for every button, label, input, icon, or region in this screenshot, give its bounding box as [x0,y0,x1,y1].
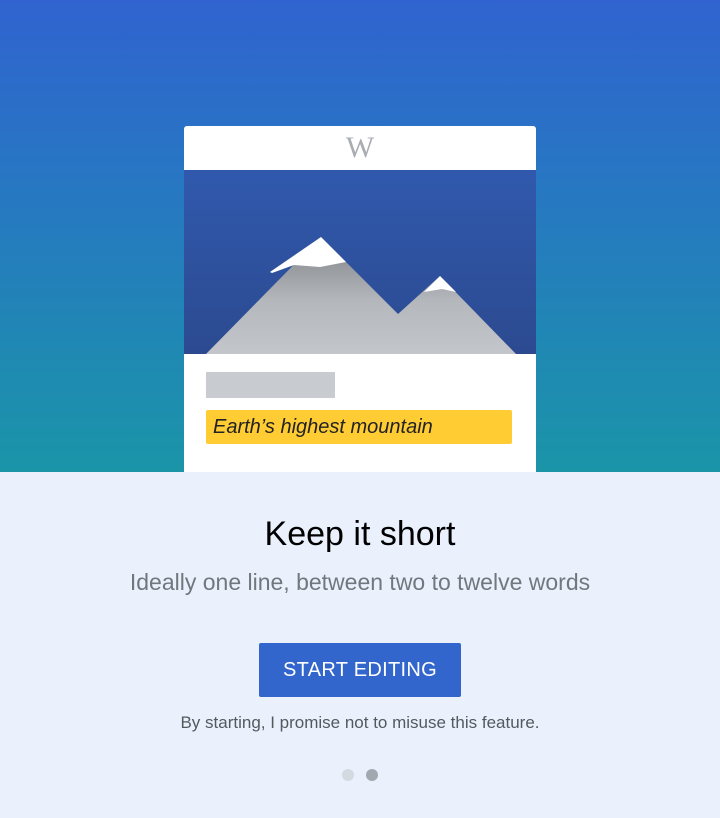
article-preview-card: W Earth’s highest mountain [184,126,536,472]
wikipedia-logo-icon: W [345,131,374,164]
page-dot-1[interactable] [342,769,354,781]
hero-banner: W Earth’s highest mountain [0,0,720,472]
page-indicator [0,769,720,781]
start-editing-button[interactable]: START EDITING [259,643,461,697]
card-header: W [184,126,536,170]
mountain-illustration [184,170,536,354]
disclaimer-text: By starting, I promise not to misuse thi… [180,713,540,732]
highlighted-description: Earth’s highest mountain [206,410,512,444]
onboarding-subtitle: Ideally one line, between two to twelve … [129,569,591,595]
onboarding-title: Keep it short [264,515,456,553]
page-dot-2[interactable] [366,769,378,781]
title-placeholder-bar [206,372,335,398]
